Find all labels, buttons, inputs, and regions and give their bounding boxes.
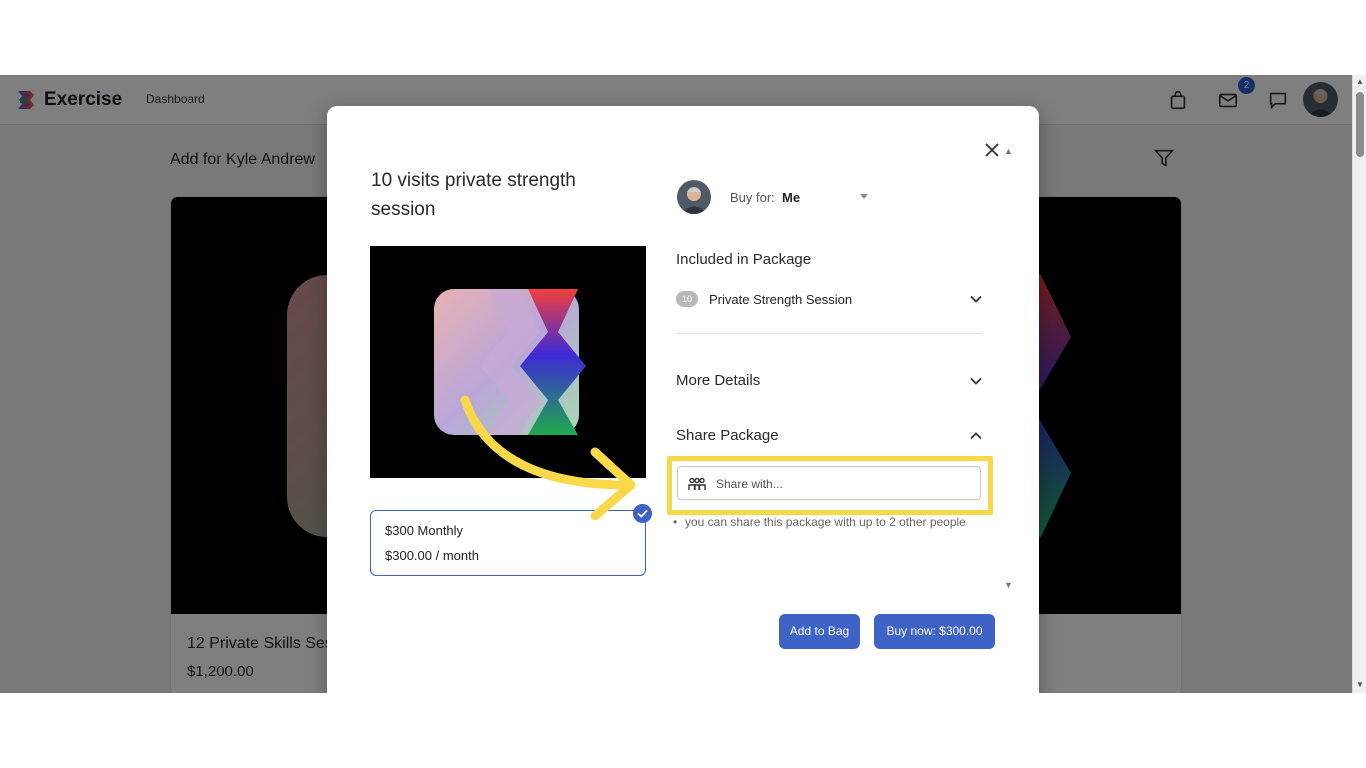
share-package-toggle[interactable]: Share Package (676, 427, 779, 444)
page-scrollbar[interactable]: ▲ ▼ (1352, 75, 1366, 693)
chevron-down-icon[interactable] (969, 374, 983, 388)
scroll-thumb[interactable] (1356, 92, 1364, 157)
modal-title: 10 visits private strength session (371, 170, 576, 220)
purchase-modal: 10 visits private strength session $300 … (327, 106, 1039, 693)
more-details-toggle[interactable]: More Details (676, 372, 760, 389)
buy-for-label: Buy for: (730, 190, 775, 205)
scroll-down-icon[interactable]: ▼ (1355, 680, 1365, 690)
chevron-up-icon[interactable] (969, 429, 983, 443)
buy-now-button[interactable]: Buy now: $300.00 (874, 614, 995, 649)
caret-down-icon[interactable] (860, 194, 868, 199)
session-count-badge: 10 (676, 291, 698, 307)
share-field-highlight (667, 456, 993, 515)
plan-name: $300 Monthly (385, 523, 464, 538)
buy-for-avatar (677, 180, 711, 214)
modal-scroll-up-icon[interactable]: ▲ (1004, 146, 1013, 156)
plan-rate: $300.00 / month (385, 548, 479, 563)
share-hint-text: you can share this package with up to 2 … (673, 515, 966, 529)
app-viewport: Exercise Dashboard 2 Add for Kyle Andrew (0, 75, 1366, 693)
included-heading: Included in Package (676, 251, 812, 268)
modal-scroll-down-icon[interactable]: ▼ (1004, 580, 1013, 590)
buy-for-select[interactable]: Me (782, 190, 800, 205)
included-session-name: Private Strength Session (709, 292, 853, 307)
close-icon[interactable] (984, 142, 1000, 158)
annotation-arrow-icon (460, 395, 636, 520)
add-to-bag-button[interactable]: Add to Bag (779, 614, 860, 649)
scroll-up-icon[interactable]: ▲ (1355, 77, 1365, 87)
section-divider (676, 333, 982, 334)
chevron-down-icon[interactable] (969, 292, 983, 306)
